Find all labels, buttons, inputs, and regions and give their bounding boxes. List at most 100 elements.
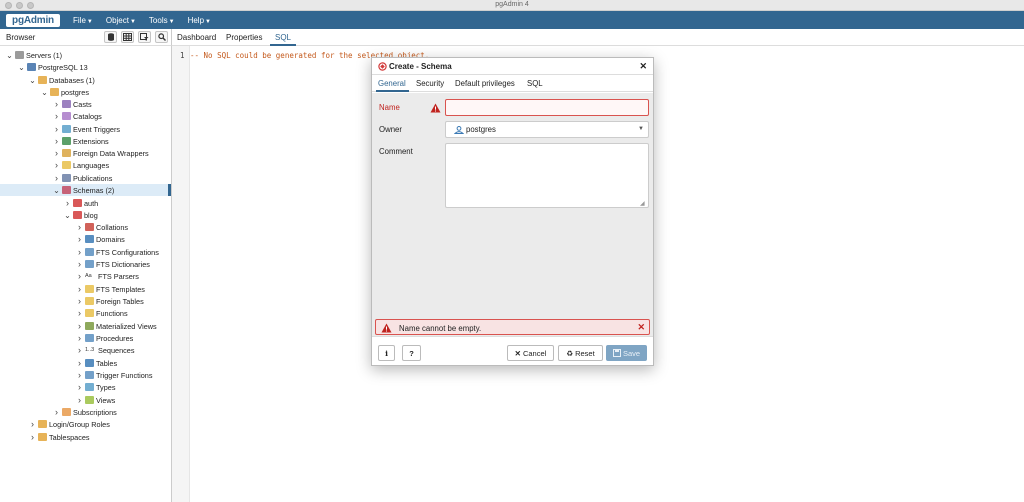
name-input[interactable] (445, 99, 649, 116)
filter-table-icon (140, 33, 149, 41)
tree-item-login-group-roles[interactable]: › Login/Group Roles (0, 418, 171, 430)
tab-dialog-sql[interactable]: SQL (527, 79, 543, 88)
chevron-right-icon[interactable]: › (53, 407, 60, 417)
chevron-down-icon[interactable]: ⌄ (41, 88, 48, 97)
chevron-right-icon[interactable]: › (76, 321, 83, 331)
tree-item-views[interactable]: › Views (0, 394, 171, 406)
reset-button[interactable]: ♻ Reset (558, 345, 603, 361)
tree-item-catalogs[interactable]: › Catalogs (0, 110, 171, 122)
tree-item-databases-1[interactable]: ⌄ Databases (1) (0, 74, 171, 86)
tree-item-procedures[interactable]: › Procedures (0, 332, 171, 344)
chevron-right-icon[interactable]: › (29, 419, 36, 429)
tree-item-servers-1[interactable]: ⌄ Servers (1) (0, 49, 171, 61)
chevron-down-icon[interactable]: ⌄ (53, 186, 60, 195)
chevron-right-icon[interactable]: › (53, 124, 60, 134)
tree-item-schemas-2[interactable]: ⌄ Schemas (2) (0, 184, 171, 196)
comment-textarea[interactable] (445, 143, 649, 208)
tree-item-blog[interactable]: ⌄ blog (0, 209, 171, 221)
chevron-right-icon[interactable]: › (76, 395, 83, 405)
tables-icon (85, 359, 94, 367)
chevron-right-icon[interactable]: › (76, 247, 83, 257)
tab-sql[interactable]: SQL (275, 33, 291, 42)
chevron-right-icon[interactable]: › (53, 111, 60, 121)
menu-file[interactable]: File▼ (73, 16, 93, 25)
chevron-down-icon[interactable]: ⌄ (64, 211, 71, 220)
chevron-right-icon[interactable]: › (76, 271, 83, 281)
functions-icon (85, 309, 94, 317)
tab-general[interactable]: General (378, 79, 406, 88)
tree-item-languages[interactable]: › Languages (0, 159, 171, 171)
chevron-right-icon[interactable]: › (76, 308, 83, 318)
info-icon: i (385, 348, 388, 358)
tree-item-functions[interactable]: › Functions (0, 307, 171, 319)
chevron-right-icon[interactable]: › (76, 284, 83, 294)
tab-security[interactable]: Security (416, 79, 444, 88)
chevron-right-icon[interactable]: › (76, 358, 83, 368)
chevron-right-icon[interactable]: › (76, 382, 83, 392)
tree-item-extensions[interactable]: › Extensions (0, 135, 171, 147)
chevron-right-icon[interactable]: › (76, 333, 83, 343)
tree-item-postgresql-13[interactable]: ⌄ PostgreSQL 13 (0, 61, 171, 73)
resize-handle-icon[interactable]: ◢ (640, 200, 645, 207)
tab-dashboard[interactable]: Dashboard (177, 33, 216, 42)
browser-title: Browser (6, 33, 36, 42)
tree-item-trigger-functions[interactable]: › Trigger Functions (0, 369, 171, 381)
chevron-right-icon[interactable]: › (76, 234, 83, 244)
chevron-right-icon[interactable]: › (29, 432, 36, 442)
chevron-right-icon[interactable]: › (53, 136, 60, 146)
tree-item-materialized-views[interactable]: › Materialized Views (0, 320, 171, 332)
tree-item-postgres[interactable]: ⌄ postgres (0, 86, 171, 98)
tree-item-foreign-tables[interactable]: › Foreign Tables (0, 295, 171, 307)
tree-item-fts-parsers[interactable]: › Aa FTS Parsers (0, 270, 171, 282)
chevron-right-icon[interactable]: › (64, 198, 71, 208)
close-icon: ✕ (514, 348, 521, 358)
tab-properties[interactable]: Properties (226, 33, 262, 42)
help-icon: ? (409, 348, 414, 358)
tree-item-event-triggers[interactable]: › Event Triggers (0, 123, 171, 135)
filtered-rows-button[interactable] (138, 31, 151, 43)
tree-item-casts[interactable]: › Casts (0, 98, 171, 110)
chevron-down-icon[interactable]: ⌄ (29, 76, 36, 85)
dialog-header[interactable]: Create - Schema ✕ (372, 58, 653, 75)
tree-item-tablespaces[interactable]: › Tablespaces (0, 431, 171, 443)
table-grid-icon (123, 33, 132, 41)
chevron-right-icon[interactable]: › (76, 222, 83, 232)
chevron-right-icon[interactable]: › (76, 259, 83, 269)
help-button[interactable]: ? (402, 345, 421, 361)
chevron-down-icon[interactable]: ⌄ (6, 51, 13, 60)
chevron-right-icon[interactable]: › (53, 160, 60, 170)
tab-default-privileges[interactable]: Default privileges (455, 79, 515, 88)
tree-item-foreign-data-wrappers[interactable]: › Foreign Data Wrappers (0, 147, 171, 159)
tree-item-publications[interactable]: › Publications (0, 172, 171, 184)
menu-help[interactable]: Help▼ (188, 16, 211, 25)
chevron-right-icon[interactable]: › (76, 296, 83, 306)
tree-item-fts-configurations[interactable]: › FTS Configurations (0, 246, 171, 258)
tree-item-types[interactable]: › Types (0, 381, 171, 393)
close-icon[interactable]: ✕ (639, 61, 647, 72)
tree-item-fts-dictionaries[interactable]: › FTS Dictionaries (0, 258, 171, 270)
tree-item-domains[interactable]: › Domains (0, 233, 171, 245)
tree-item-collations[interactable]: › Collations (0, 221, 171, 233)
chevron-right-icon[interactable]: › (53, 173, 60, 183)
search-objects-button[interactable] (155, 31, 168, 43)
tree-item-subscriptions[interactable]: › Subscriptions (0, 406, 171, 418)
owner-select[interactable]: postgres ▼ (445, 121, 649, 138)
query-tool-button[interactable] (104, 31, 117, 43)
tree-item-tables[interactable]: › Tables (0, 357, 171, 369)
menu-tools[interactable]: Tools▼ (149, 16, 175, 25)
tree-item-fts-templates[interactable]: › FTS Templates (0, 283, 171, 295)
view-data-button[interactable] (121, 31, 134, 43)
close-icon[interactable]: ✕ (637, 322, 645, 333)
chevron-right-icon[interactable]: › (76, 370, 83, 380)
chevron-right-icon[interactable]: › (76, 345, 83, 355)
info-button[interactable]: i (378, 345, 395, 361)
chevron-right-icon[interactable]: › (53, 148, 60, 158)
tree-item-auth[interactable]: › auth (0, 197, 171, 209)
cancel-button[interactable]: ✕ Cancel (507, 345, 554, 361)
chevron-right-icon[interactable]: › (53, 99, 60, 109)
save-button[interactable]: Save (606, 345, 647, 361)
menu-object[interactable]: Object▼ (106, 16, 136, 25)
chevron-down-icon[interactable]: ⌄ (18, 63, 25, 72)
tree-item-sequences[interactable]: › 1..3 Sequences (0, 344, 171, 356)
main-tab-bar: Dashboard Properties SQL (172, 29, 1024, 46)
